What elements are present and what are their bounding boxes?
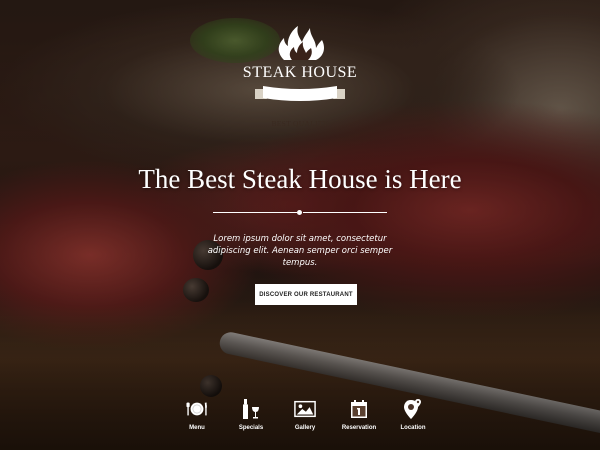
nav-label: Gallery <box>294 425 316 431</box>
nav-label: Reservation <box>341 425 377 431</box>
calendar-icon <box>348 398 370 420</box>
image-icon <box>294 398 316 420</box>
ribbon-label: BEST QUALITY <box>271 119 329 128</box>
plate-cutlery-icon <box>186 398 208 420</box>
bottom-nav: Menu Specials Gallery Reservation Locati… <box>170 398 440 438</box>
ribbon-banner <box>255 86 345 101</box>
hero-tagline: Lorem ipsum dolor sit amet, consectetur … <box>207 234 393 268</box>
discover-restaurant-button[interactable]: DISCOVER OUR RESTAURANT <box>255 284 357 305</box>
map-pin-icon <box>402 398 424 420</box>
nav-item-specials[interactable]: Specials <box>224 398 278 438</box>
wine-bottle-glass-icon <box>240 398 262 420</box>
nav-item-menu[interactable]: Menu <box>170 398 224 438</box>
nav-item-location[interactable]: Location <box>386 398 440 438</box>
hero-section: STEAK HOUSE BEST QUALITY The Best Steak … <box>0 0 600 450</box>
brand-name: STEAK HOUSE <box>242 64 358 81</box>
hero-headline: The Best Steak House is Here <box>138 164 462 194</box>
nav-item-gallery[interactable]: Gallery <box>278 398 332 438</box>
divider-line <box>213 212 297 213</box>
divider-line <box>303 212 387 213</box>
nav-label: Specials <box>238 425 264 431</box>
divider-dot <box>297 210 302 215</box>
headline-divider <box>213 210 387 215</box>
flame-icon <box>278 26 324 60</box>
logo[interactable]: STEAK HOUSE BEST QUALITY <box>238 22 362 128</box>
nav-item-reservation[interactable]: Reservation <box>332 398 386 438</box>
nav-label: Location <box>400 425 426 431</box>
nav-label: Menu <box>189 425 205 431</box>
